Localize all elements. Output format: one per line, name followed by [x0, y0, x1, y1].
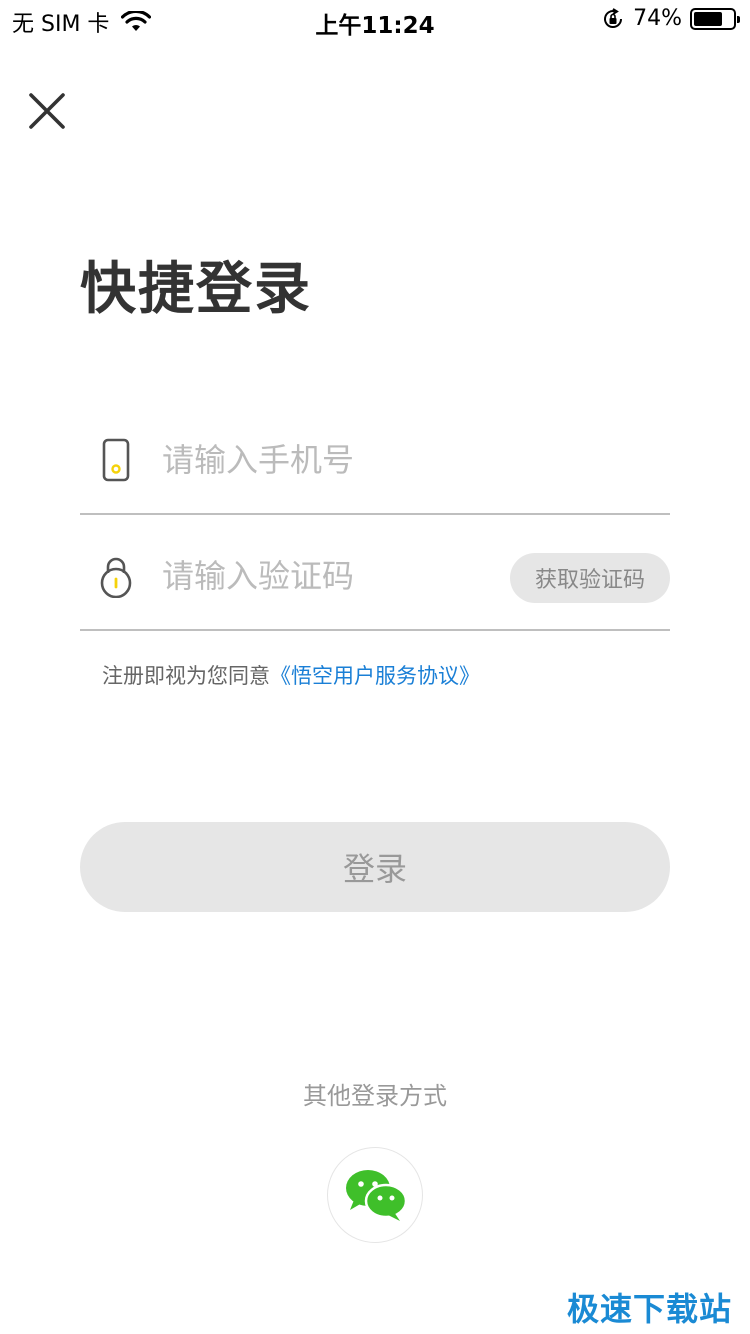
code-divider — [80, 629, 670, 631]
phone-icon — [102, 438, 130, 482]
status-right: 74% — [601, 6, 740, 31]
orientation-lock-icon — [604, 7, 623, 28]
code-row: 获取验证码 — [80, 536, 670, 616]
battery-percent: 74% — [633, 6, 682, 31]
phone-divider — [80, 513, 670, 515]
login-button[interactable]: 登录 — [80, 822, 670, 912]
phone-input[interactable] — [162, 434, 642, 486]
agreement-text: 注册即视为您同意《悟空用户服务协议》 — [102, 660, 480, 690]
other-login-label: 其他登录方式 — [303, 1082, 447, 1110]
battery-fill — [694, 11, 722, 26]
phone-row — [80, 420, 670, 500]
lock-icon — [100, 557, 132, 598]
watermark-text: 极速下载站 — [566, 1290, 732, 1328]
wechat-login-button[interactable] — [327, 1147, 423, 1243]
close-button[interactable] — [24, 88, 70, 134]
battery-icon — [690, 7, 740, 30]
get-code-button[interactable]: 获取验证码 — [510, 553, 670, 603]
battery-tip — [737, 15, 740, 23]
status-bar: 无 SIM 卡 上午11:24 74% — [0, 0, 750, 40]
wechat-icon — [346, 1170, 408, 1221]
page-title: 快捷登录 — [80, 257, 312, 322]
code-input[interactable] — [162, 550, 492, 602]
login-screen: 无 SIM 卡 上午11:24 74% 快捷登录 请输入手机号 请输入验证码 获… — [0, 0, 750, 1334]
agreement-link[interactable]: 《悟空用户服务协议》 — [270, 664, 480, 688]
close-icon — [29, 93, 65, 129]
agreement-prefix: 注册即视为您同意 — [102, 664, 270, 688]
